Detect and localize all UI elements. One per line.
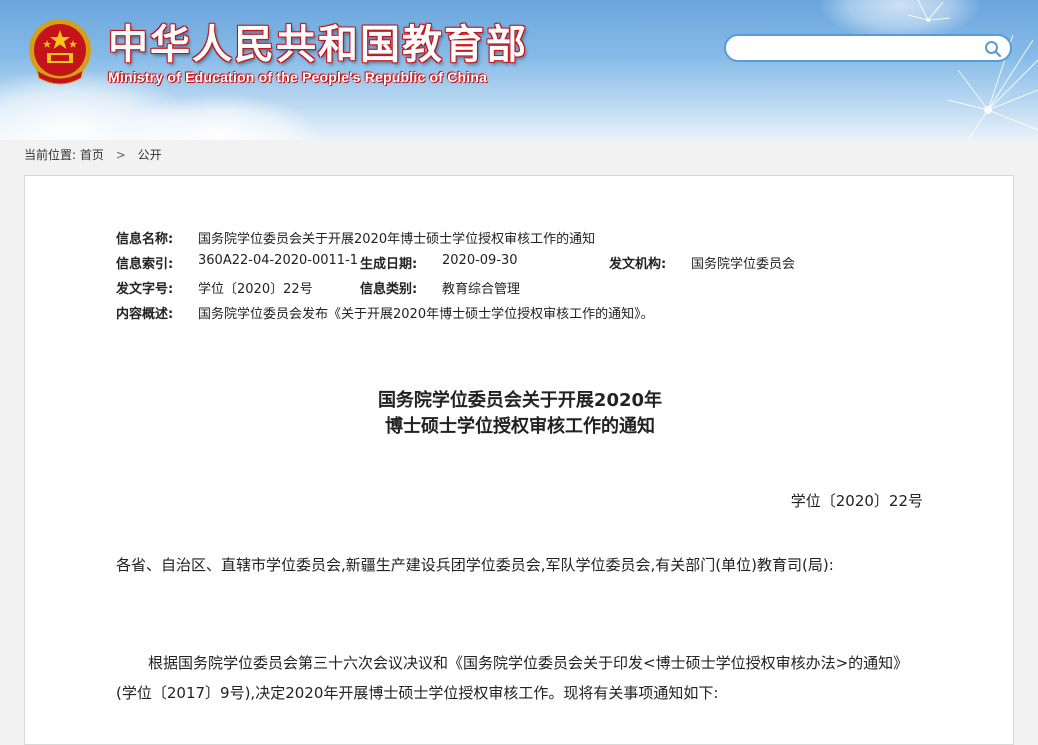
document-title: 国务院学位委员会关于开展2020年 博士硕士学位授权审核工作的通知 <box>25 388 1015 440</box>
meta-index-value: 360A22-04-2020-0011-1 <box>198 253 358 268</box>
search-box <box>724 34 1012 62</box>
document-paragraph: 根据国务院学位委员会第三十六次会议决议和《国务院学位委员会关于印发<博士硕士学位… <box>116 654 909 702</box>
site-header: 中华人民共和国教育部 Ministry of Education of the … <box>0 0 1038 140</box>
meta-summary-value: 国务院学位委员会发布《关于开展2020年博士硕士学位授权审核工作的通知》。 <box>198 307 654 322</box>
document-title-line2: 博士硕士学位授权审核工作的通知 <box>385 416 655 437</box>
document-title-line1: 国务院学位委员会关于开展2020年 <box>377 390 663 411</box>
document-paragraph: 各省、自治区、直辖市学位委员会,新疆生产建设兵团学位委员会,军队学位委员会,有关… <box>116 556 834 574</box>
breadcrumb-current-link[interactable]: 公开 <box>138 148 162 162</box>
breadcrumb-label: 当前位置: <box>24 148 77 162</box>
breadcrumb-separator: > <box>115 148 126 162</box>
dandelion-decoration <box>907 0 1038 140</box>
national-emblem-icon <box>29 19 91 85</box>
document-number: 学位〔2020〕22号 <box>790 492 923 510</box>
search-input[interactable] <box>738 38 982 60</box>
meta-name-label: 信息名称: <box>116 232 174 247</box>
search-icon[interactable] <box>984 40 1002 58</box>
site-title: 中华人民共和国教育部 <box>108 22 528 68</box>
breadcrumb-home-link[interactable]: 首页 <box>80 148 104 162</box>
meta-summary-label: 内容概述: <box>116 307 174 322</box>
meta-issuer-label: 发文机构: <box>609 257 667 272</box>
meta-date-value: 2020-09-30 <box>442 253 518 268</box>
content-panel: 信息名称: 国务院学位委员会关于开展2020年博士硕士学位授权审核工作的通知 信… <box>24 175 1014 745</box>
meta-name-value: 国务院学位委员会关于开展2020年博士硕士学位授权审核工作的通知 <box>198 232 596 247</box>
meta-index-label: 信息索引: <box>116 257 174 272</box>
meta-category-label: 信息类别: <box>360 282 418 297</box>
site-subtitle: Ministry of Education of the People's Re… <box>108 69 488 85</box>
meta-date-label: 生成日期: <box>360 257 418 272</box>
meta-docno-value: 学位〔2020〕22号 <box>198 282 313 297</box>
meta-docno-label: 发文字号: <box>116 282 174 297</box>
meta-issuer-value: 国务院学位委员会 <box>691 257 796 272</box>
breadcrumb: 当前位置: 首页 > 公开 <box>24 146 162 163</box>
meta-category-value: 教育综合管理 <box>442 282 521 297</box>
